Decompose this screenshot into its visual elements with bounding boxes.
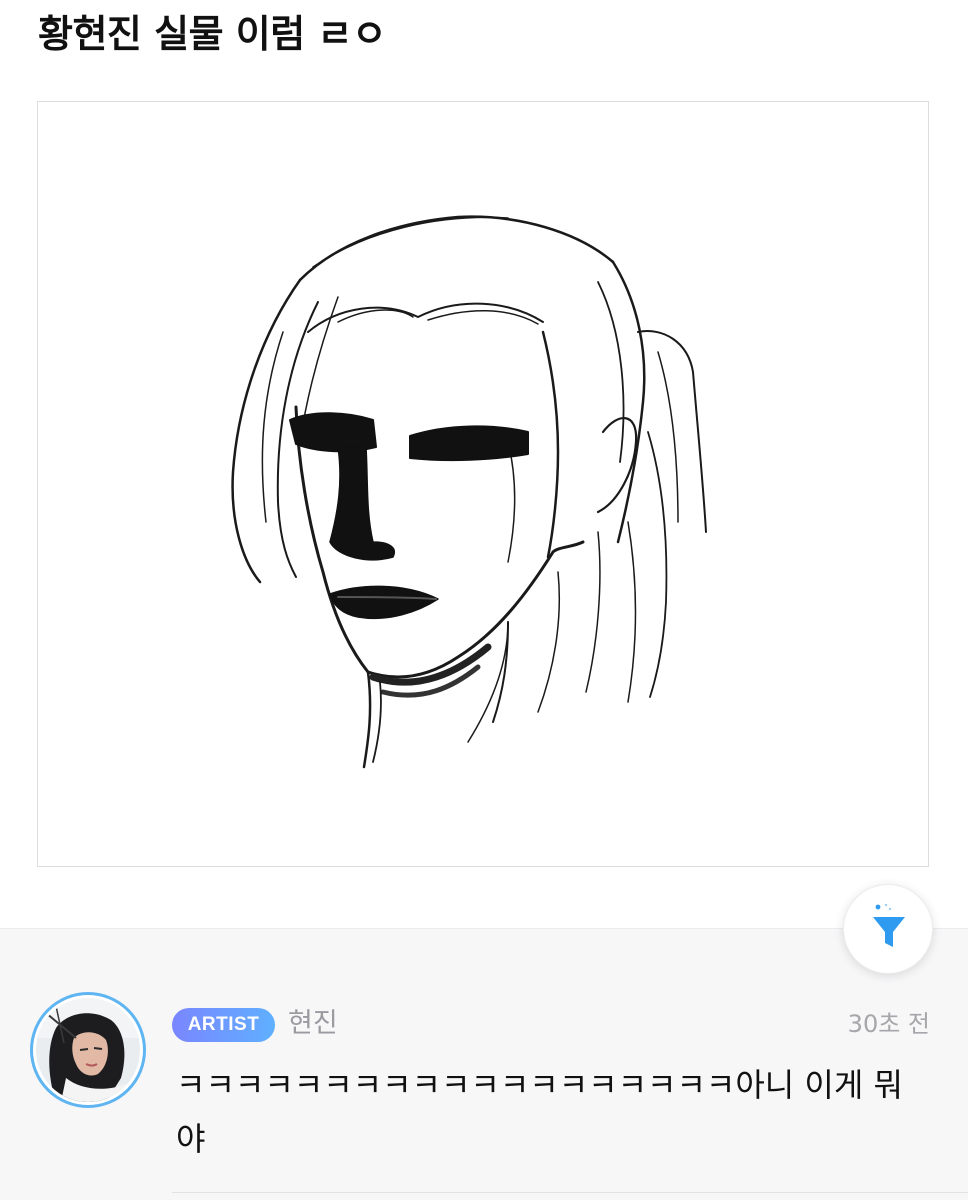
divider: [172, 1192, 968, 1193]
comment-filter-button[interactable]: [843, 884, 933, 974]
post-page: 황현진 실물 이럼 ㄹㅇ ARTIST 현진 30초 전 ㅋㅋㅋㅋㅋㅋㅋㅋㅋㅋㅋ…: [0, 0, 968, 1200]
post-title: 황현진 실물 이럼 ㄹㅇ: [38, 12, 387, 56]
post-image[interactable]: [37, 101, 929, 867]
filter-funnel-icon: [873, 903, 905, 947]
comment-text: ㅋㅋㅋㅋㅋㅋㅋㅋㅋㅋㅋㅋㅋㅋㅋㅋㅋㅋㅋ아니 이게 뭐야: [176, 1066, 903, 1158]
comment-author[interactable]: 현진: [288, 1004, 338, 1044]
avatar[interactable]: [30, 992, 146, 1108]
artist-badge: ARTIST: [172, 1008, 275, 1042]
face-sketch-drawing: [231, 215, 707, 769]
avatar-photo: [36, 998, 140, 1102]
comment-timestamp: 30초 전: [847, 1010, 930, 1038]
